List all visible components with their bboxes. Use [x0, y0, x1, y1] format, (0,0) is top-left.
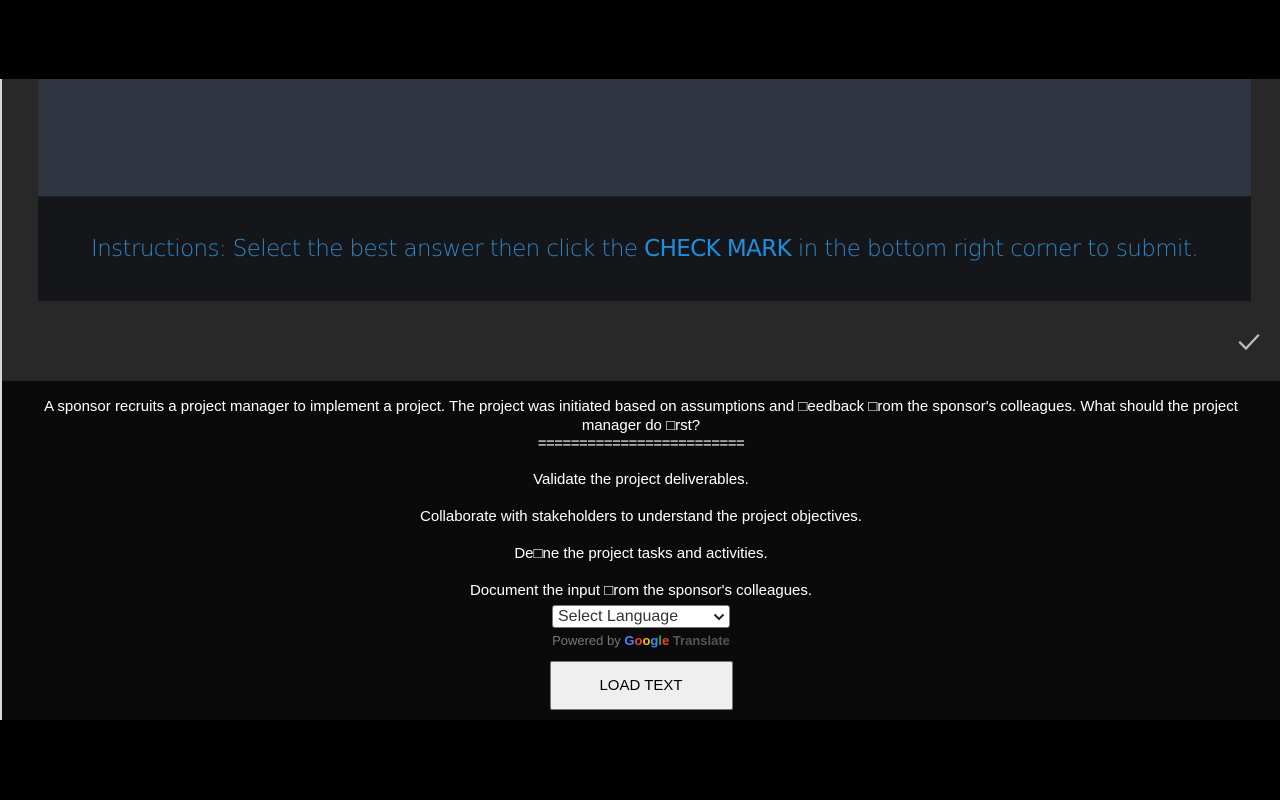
translate-label: Translate	[672, 633, 730, 648]
chevron-down-icon	[713, 613, 725, 620]
answer-option[interactable]: Collaborate with stakeholders to underst…	[2, 507, 1280, 526]
accessible-text-panel: A sponsor recruits a project manager to …	[2, 381, 1280, 720]
answer-option[interactable]: Validate the project deliverables.	[2, 470, 1280, 489]
screen: Instructions: Select the best answer the…	[0, 0, 1280, 800]
course-player: Instructions: Select the best answer the…	[0, 79, 1280, 720]
language-select[interactable]: Select Language	[552, 605, 730, 628]
answer-option[interactable]: De□ne the project tasks and activities.	[2, 544, 1280, 563]
instructions-panel: Instructions: Select the best answer the…	[38, 197, 1251, 301]
google-translate-attribution: Powered by Google Translate	[2, 633, 1280, 648]
submit-check-button[interactable]	[1234, 327, 1264, 357]
instructions-suffix: in the bottom right corner to submit.	[791, 236, 1199, 262]
check-icon	[1238, 333, 1260, 351]
question-text: A sponsor recruits a project manager to …	[44, 398, 1238, 434]
instructions-emphasis: CHECK MARK	[644, 236, 792, 262]
instructions-text: Instructions: Select the best answer the…	[91, 236, 1199, 262]
answer-option[interactable]: Document the input □rom the sponsor's co…	[2, 581, 1280, 600]
question-separator: =========================	[537, 435, 745, 452]
load-text-wrapper: LOAD TEXT	[2, 661, 1280, 710]
instructions-prefix: Instructions: Select the best answer the…	[91, 236, 645, 262]
language-select-value: Select Language	[558, 607, 679, 625]
language-select-wrapper: Select Language	[2, 605, 1280, 628]
load-text-button[interactable]: LOAD TEXT	[549, 661, 733, 710]
google-logo[interactable]: Google	[624, 633, 669, 648]
powered-by-label: Powered by	[552, 633, 621, 648]
slide-header-banner	[38, 79, 1251, 197]
